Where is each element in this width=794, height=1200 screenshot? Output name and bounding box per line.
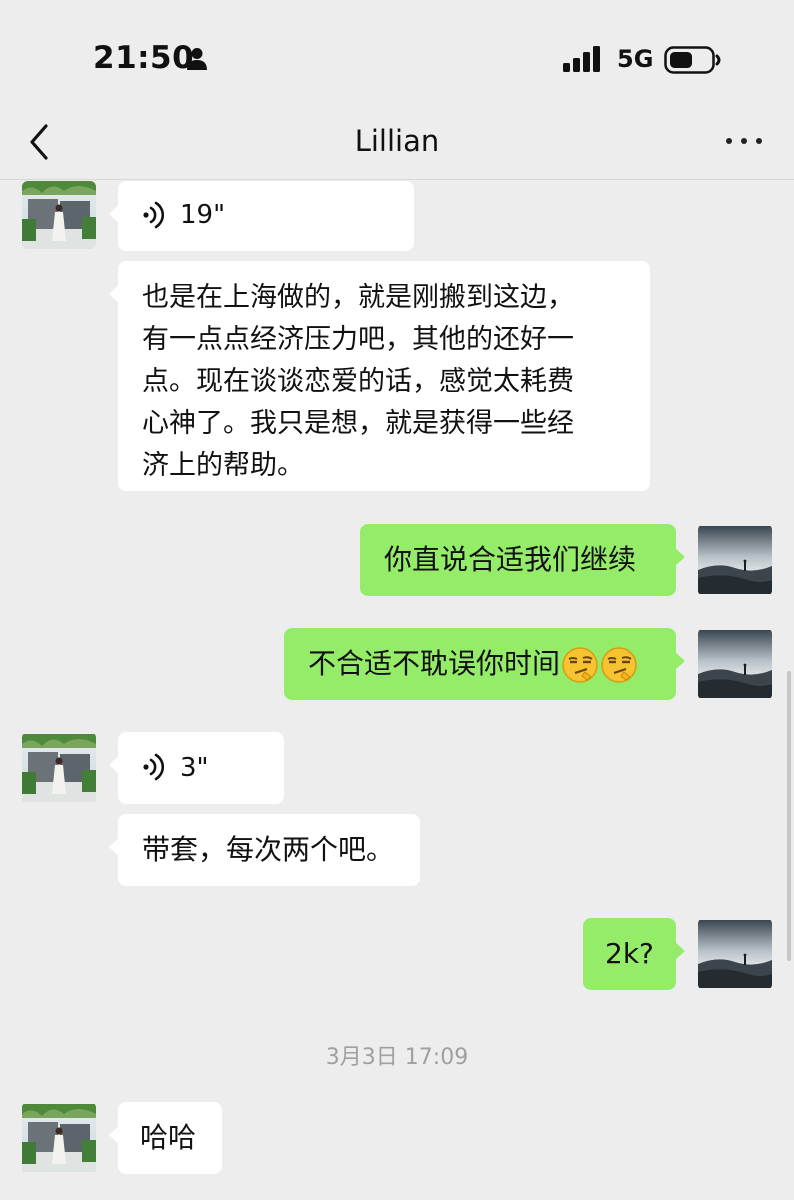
message-text: 哈哈	[140, 1121, 197, 1154]
message-line: 也是在上海做的，就是刚搬到这边，	[142, 282, 574, 313]
voice-message-bubble[interactable]: 19"	[109, 181, 414, 251]
chat-title: Lillian	[354, 124, 440, 158]
my-avatar[interactable]	[698, 524, 772, 596]
my-avatar[interactable]	[698, 918, 772, 990]
battery-icon	[664, 46, 721, 74]
contact-avatar[interactable]	[22, 1102, 96, 1174]
voice-message-bubble[interactable]: 3"	[109, 732, 284, 804]
text-message-bubble[interactable]: 2k?	[583, 918, 685, 990]
message-text: 你直说合适我们继续	[384, 543, 637, 576]
network-label: 5G	[617, 45, 654, 73]
message-line: 有一点点经济压力吧，其他的还好一	[142, 324, 574, 355]
message-text: 2k?	[605, 937, 654, 970]
message-list[interactable]: 19" 也是在上海做的，就是刚搬到这边， 有一点点经济压力吧，其他的还好一 点。…	[0, 181, 794, 1200]
message-text-body: 不合适不耽误你时间	[308, 647, 561, 680]
person-icon	[187, 48, 207, 70]
voice-duration: 3"	[180, 753, 209, 783]
message-text: 不合适不耽误你时间	[308, 643, 638, 685]
status-time: 21:50	[93, 40, 195, 76]
chat-screen: 21:50 5G Lillian 19" 也是在上海做的，就是刚搬到这边， 有一…	[0, 0, 794, 1200]
text-message-bubble[interactable]: 也是在上海做的，就是刚搬到这边， 有一点点经济压力吧，其他的还好一 点。现在谈谈…	[109, 261, 650, 491]
text-message-bubble[interactable]: 哈哈	[109, 1102, 222, 1174]
nav-bar: Lillian	[0, 110, 794, 180]
signal-icon	[563, 46, 600, 72]
my-avatar[interactable]	[698, 628, 772, 700]
message-line: 点。现在谈谈恋爱的话，感觉太耗费	[142, 366, 574, 397]
message-line: 心神了。我只是想，就是获得一些经	[142, 408, 574, 439]
voice-wave-icon	[142, 752, 164, 782]
status-bar: 21:50 5G	[0, 0, 794, 110]
voice-duration: 19"	[180, 200, 226, 230]
text-message-bubble[interactable]: 不合适不耽误你时间	[284, 628, 685, 700]
voice-wave-icon	[142, 200, 164, 230]
text-message-bubble[interactable]: 带套，每次两个吧。	[109, 814, 420, 886]
contact-avatar[interactable]	[22, 732, 96, 804]
text-message-bubble[interactable]: 你直说合适我们继续	[360, 524, 685, 596]
message-line: 济上的帮助。	[142, 450, 304, 481]
more-icon[interactable]	[722, 124, 766, 156]
smirk-emoji	[561, 646, 599, 684]
scrollbar[interactable]	[787, 671, 791, 961]
smirk-emoji	[600, 646, 638, 684]
message-text: 带套，每次两个吧。	[142, 833, 395, 866]
contact-avatar[interactable]	[22, 181, 96, 249]
message-timestamp: 3月3日 17:09	[325, 1045, 469, 1070]
